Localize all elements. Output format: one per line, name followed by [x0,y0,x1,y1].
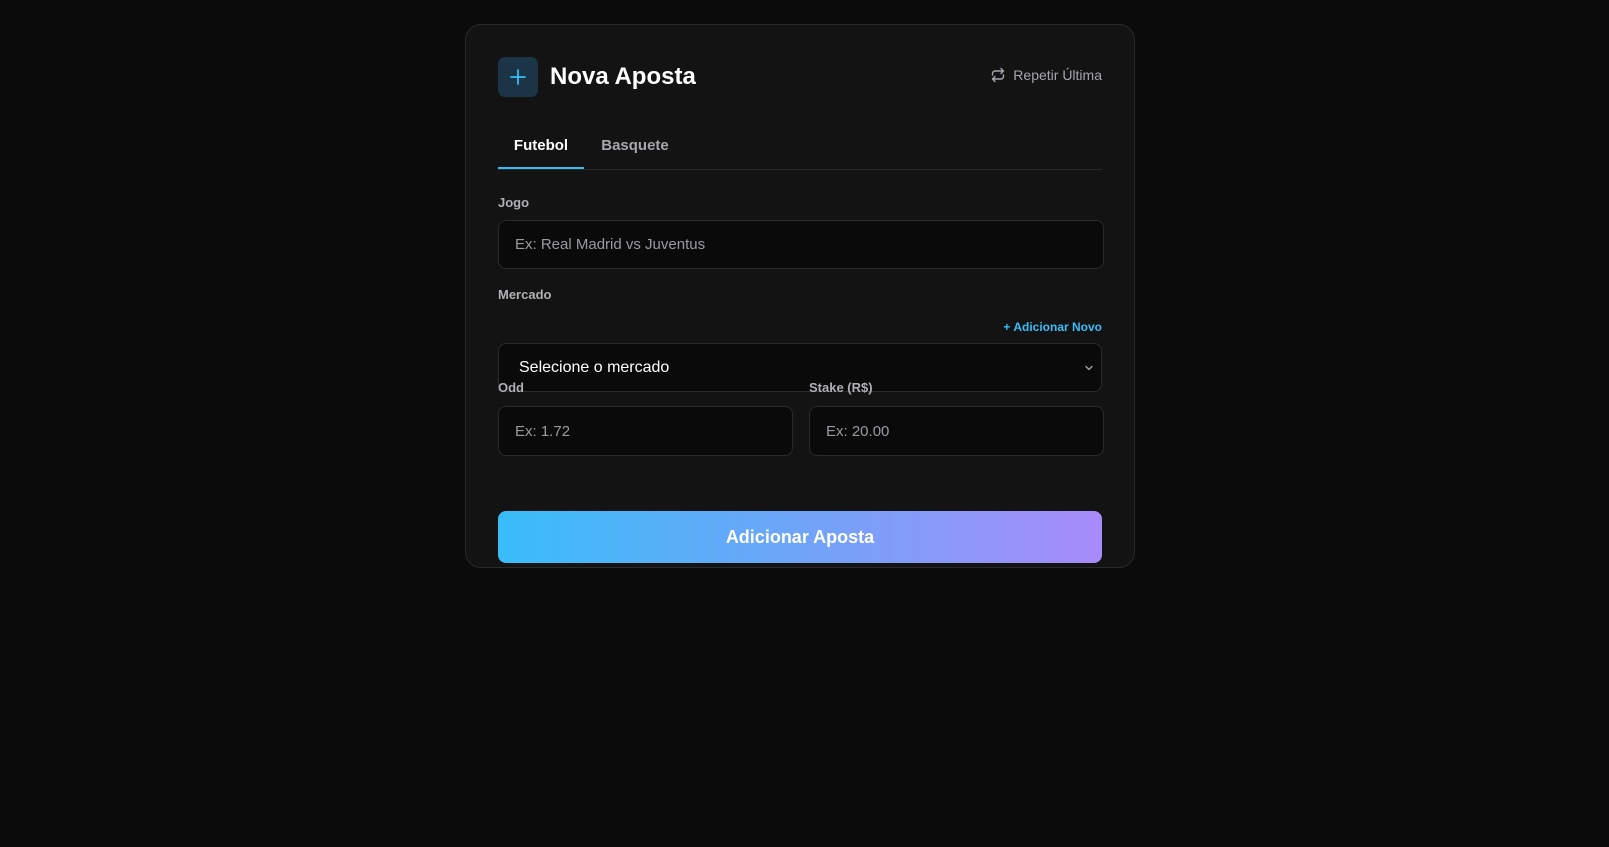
plus-icon [498,57,538,97]
repeat-last-button[interactable]: Repetir Última [990,67,1102,83]
market-select-value: Selecione o mercado [519,359,670,376]
repeat-last-label: Repetir Última [1013,67,1102,83]
chevron-down-icon [1085,365,1093,371]
odd-label: Odd [498,380,524,395]
stake-input[interactable] [809,406,1104,456]
add-new-market-link[interactable]: + Adicionar Novo [1003,320,1102,334]
page-title: Nova Aposta [550,63,696,90]
card-header: Nova Aposta Repetir Última [498,57,1102,97]
tab-basquete[interactable]: Basquete [600,129,670,169]
repeat-icon [992,67,1005,83]
game-input[interactable] [498,220,1104,269]
add-bet-button[interactable]: Adicionar Aposta [498,511,1102,563]
tab-futebol[interactable]: Futebol [498,129,584,169]
market-select[interactable]: Selecione o mercado [498,343,1102,392]
new-bet-card: Nova Aposta Repetir Última Futebol Basqu… [465,24,1135,568]
sport-tabs: Futebol Basquete [498,129,1102,170]
market-label: Mercado [498,287,552,302]
game-label: Jogo [498,195,530,210]
stake-label: Stake (R$) [809,380,873,395]
odd-input[interactable] [498,406,793,456]
